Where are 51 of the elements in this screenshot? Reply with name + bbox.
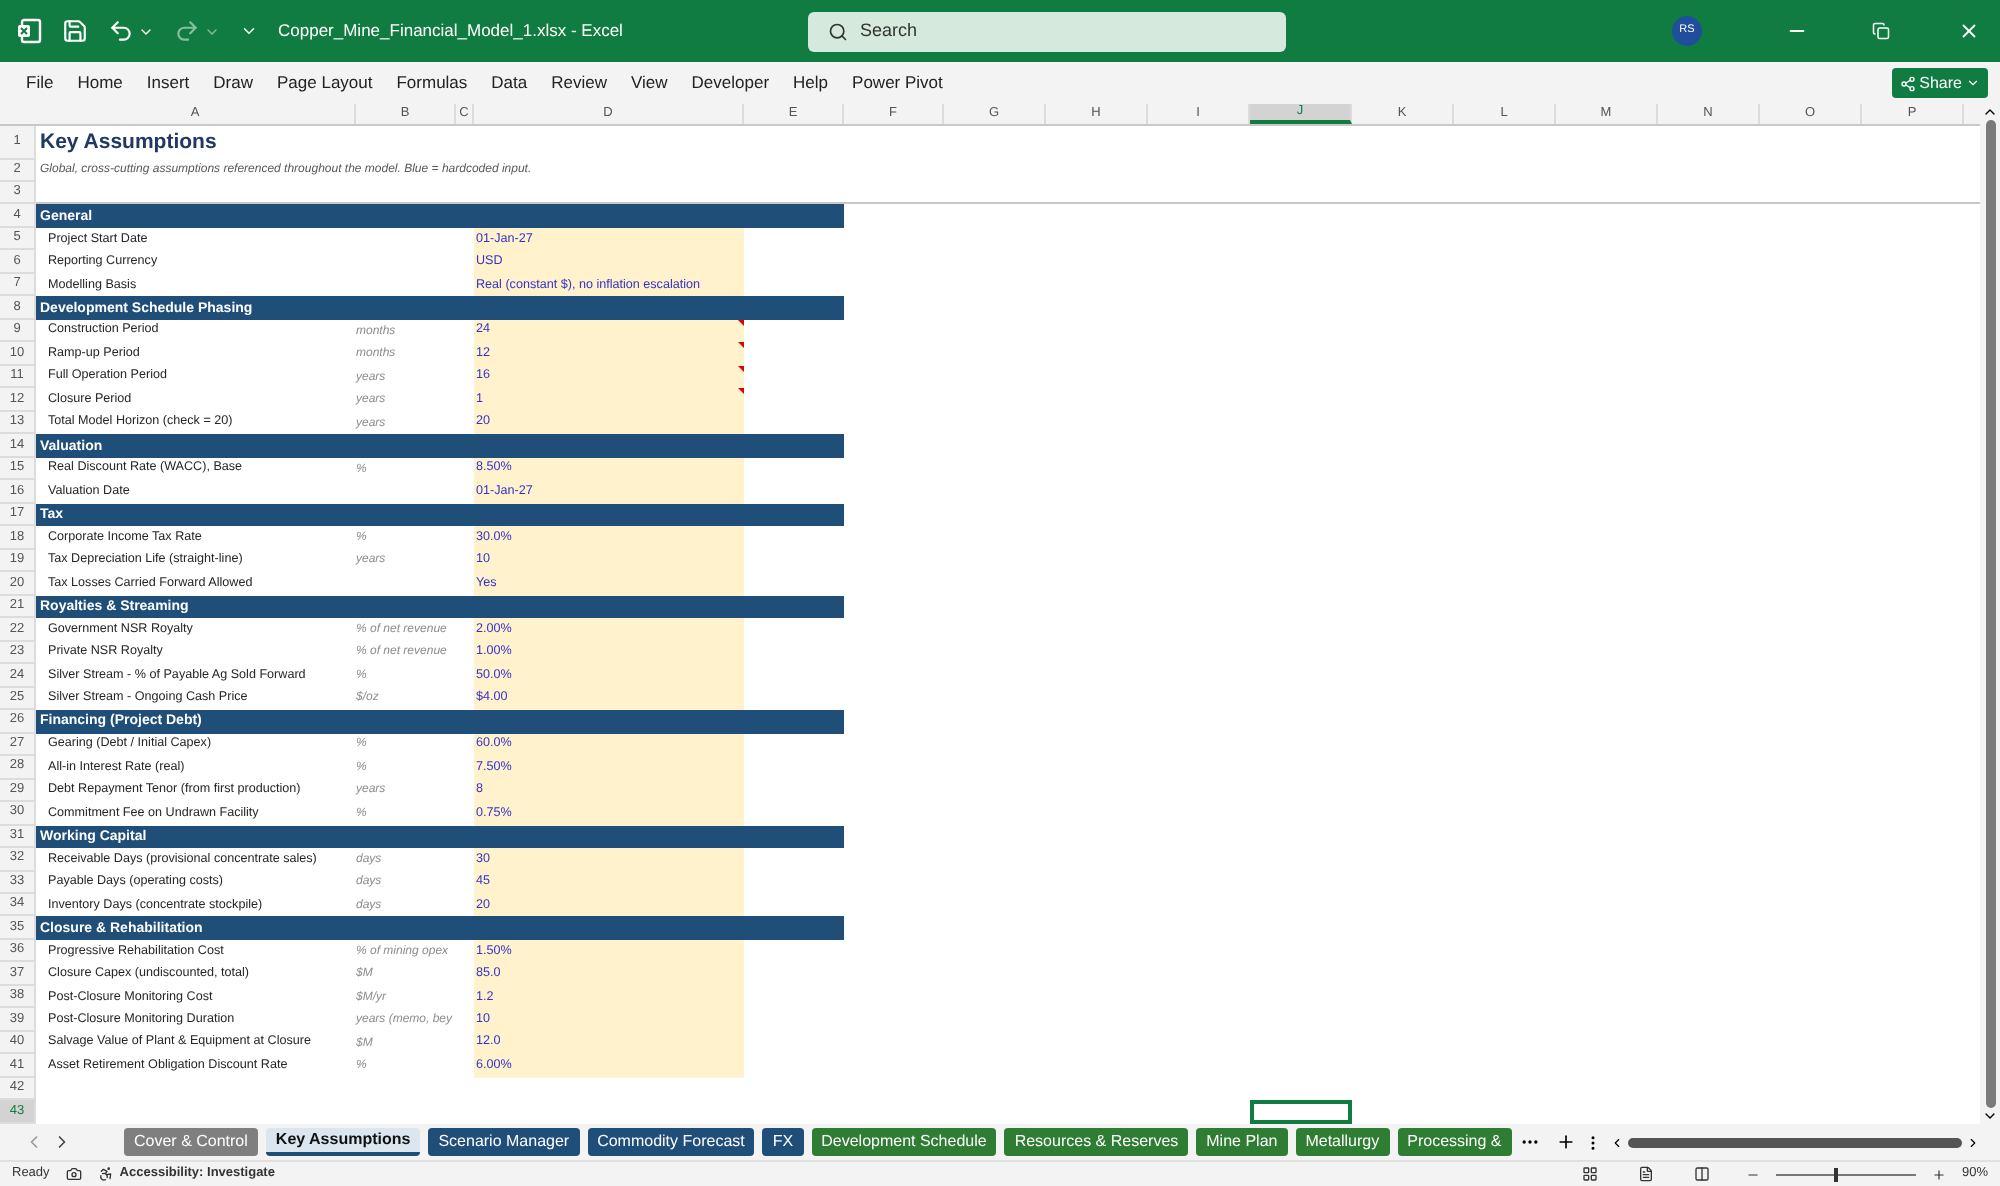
vertical-scrollbar[interactable] xyxy=(1980,104,2000,1124)
sheet-tab[interactable]: Key Assumptions xyxy=(265,1128,421,1156)
sheet-tab[interactable]: Mine Plan xyxy=(1196,1128,1288,1156)
menu-item[interactable]: Page Layout xyxy=(277,70,373,96)
share-button[interactable]: Share xyxy=(1891,68,1988,98)
close-icon[interactable] xyxy=(1958,20,1980,42)
menu-item[interactable]: View xyxy=(631,70,668,96)
sheet-tab[interactable]: Resources & Reserves xyxy=(1004,1128,1189,1156)
normal-view-icon[interactable] xyxy=(1581,1166,1598,1182)
spreadsheet-app-icon[interactable] xyxy=(16,18,42,44)
sheet-tab[interactable]: Commodity Forecast xyxy=(587,1128,755,1156)
horizontal-scrollbar[interactable] xyxy=(1609,1135,1980,1149)
menu-item[interactable]: Help xyxy=(793,70,829,96)
zoom-slider-thumb[interactable] xyxy=(1834,1167,1839,1181)
restore-icon[interactable] xyxy=(1872,22,1890,40)
sheet-tab[interactable]: Cover & Control xyxy=(124,1128,258,1156)
zoom-slider[interactable] xyxy=(1775,1167,1916,1181)
scroll-right-icon[interactable] xyxy=(1966,1135,1980,1149)
search-field[interactable]: Search xyxy=(808,11,1286,51)
page-layout-icon[interactable] xyxy=(1637,1166,1654,1182)
menu-item[interactable]: Insert xyxy=(146,70,190,96)
share-icon xyxy=(1899,75,1916,91)
menu-item[interactable]: Formulas xyxy=(396,70,468,96)
zoom-in-icon[interactable] xyxy=(1931,1167,1946,1181)
sheet-tab[interactable]: Development Schedule xyxy=(811,1128,997,1156)
active-cell[interactable] xyxy=(1250,1100,1352,1124)
search-icon xyxy=(828,21,848,41)
menu-item[interactable]: Review xyxy=(551,70,608,96)
sheet-tab[interactable]: Metallurgy xyxy=(1295,1128,1390,1156)
scroll-up-icon[interactable] xyxy=(1982,104,1998,120)
menu-item[interactable]: Developer xyxy=(691,70,770,96)
save-icon[interactable] xyxy=(62,18,88,44)
accessibility-icon[interactable] xyxy=(97,1166,114,1182)
menu-item[interactable]: Power Pivot xyxy=(852,70,943,96)
sheet-tab[interactable]: Scenario Manager xyxy=(428,1128,580,1156)
undo-icon[interactable] xyxy=(108,18,134,44)
menu-item[interactable]: Draw xyxy=(213,70,253,96)
search-placeholder: Search xyxy=(860,17,918,44)
caret-icon xyxy=(1966,76,1980,90)
scroll-left-icon[interactable] xyxy=(1609,1135,1624,1149)
menu-item[interactable]: Home xyxy=(77,70,123,96)
window-title: Copper_Mine_Financial_Model_1.xlsx - Excel xyxy=(278,18,625,44)
menu-item[interactable]: File xyxy=(26,70,54,96)
scroll-down-icon[interactable] xyxy=(1982,1108,1998,1124)
sheet-tab[interactable]: Processing & xyxy=(1397,1128,1512,1156)
sheet-title: Key Assumptions xyxy=(40,132,217,154)
add-sheet-icon[interactable] xyxy=(1555,1132,1576,1152)
sheet-tab[interactable]: FX xyxy=(762,1128,804,1156)
menu-item[interactable]: Data xyxy=(491,70,528,96)
page-break-icon[interactable] xyxy=(1693,1166,1710,1182)
customize-icon[interactable] xyxy=(240,22,258,40)
